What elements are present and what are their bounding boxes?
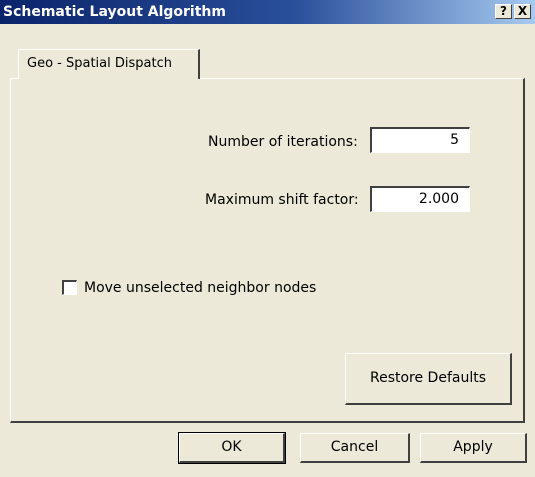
iterations-label: Number of iterations: — [208, 134, 358, 150]
shift-factor-label: Maximum shift factor: — [205, 192, 359, 208]
window-title: Schematic Layout Algorithm — [3, 4, 226, 20]
apply-button[interactable]: Apply — [420, 433, 527, 463]
move-neighbors-checkbox[interactable] — [62, 280, 77, 295]
tab-label: Geo - Spatial Dispatch — [27, 56, 172, 71]
shift-factor-input[interactable]: 2.000 — [370, 186, 470, 212]
iterations-input[interactable]: 5 — [370, 127, 470, 153]
cancel-button[interactable]: Cancel — [300, 433, 410, 463]
restore-defaults-button[interactable]: Restore Defaults — [345, 353, 512, 405]
ok-button[interactable]: OK — [178, 432, 286, 464]
title-bar[interactable]: Schematic Layout Algorithm ? X — [0, 0, 535, 24]
move-neighbors-label[interactable]: Move unselected neighbor nodes — [84, 280, 316, 296]
tab-geo-spatial-dispatch[interactable]: Geo - Spatial Dispatch — [18, 49, 200, 79]
dialog-window: Schematic Layout Algorithm ? X Geo - Spa… — [0, 0, 535, 477]
help-button[interactable]: ? — [495, 4, 512, 19]
close-button[interactable]: X — [514, 4, 531, 19]
